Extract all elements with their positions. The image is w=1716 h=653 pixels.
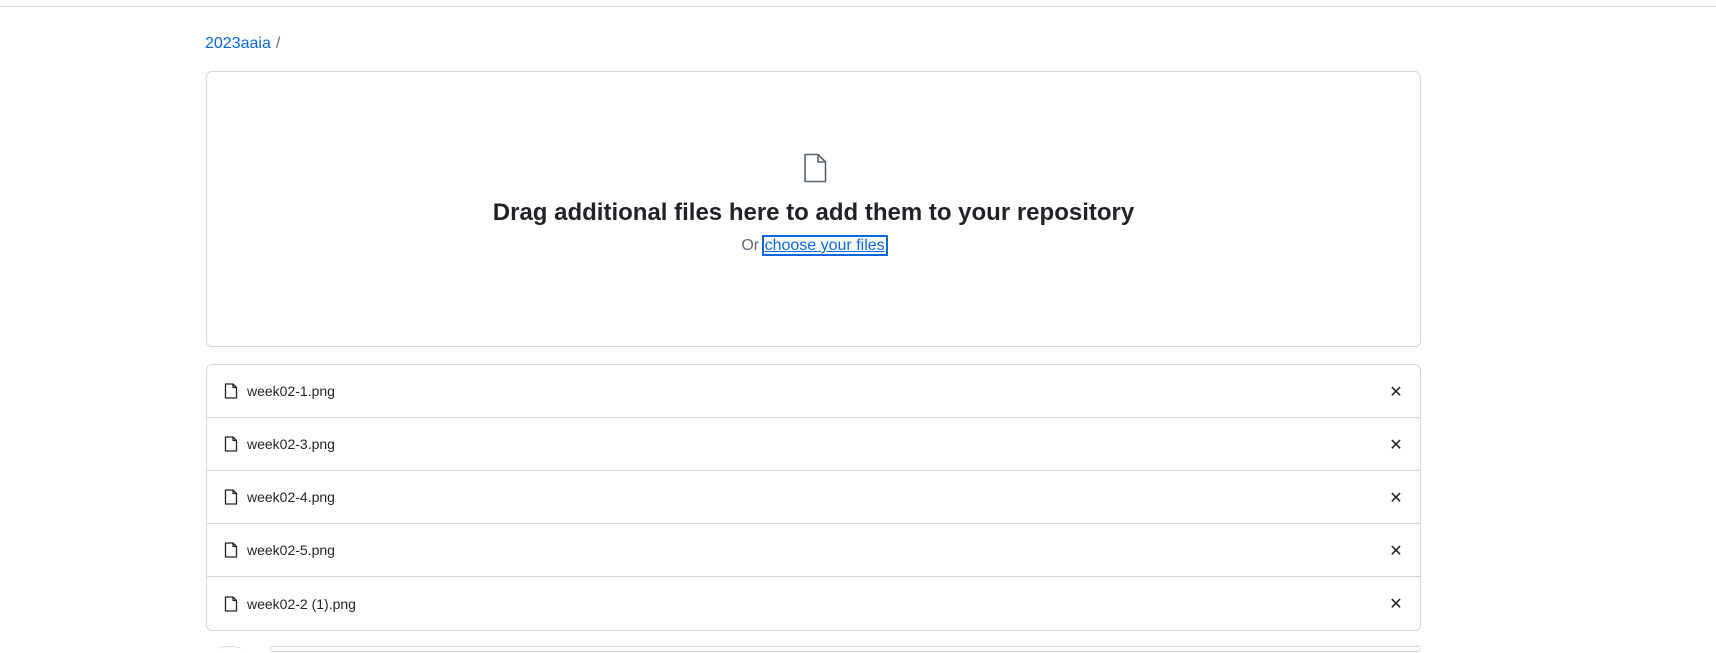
commit-box-edge	[270, 646, 1421, 652]
remove-file-button[interactable]: ✕	[1384, 592, 1408, 616]
file-icon	[804, 153, 827, 183]
file-name: week02-5.png	[247, 542, 335, 558]
close-icon: ✕	[1389, 487, 1403, 507]
dropzone-title: Drag additional files here to add them t…	[492, 199, 1135, 226]
close-icon: ✕	[1389, 540, 1403, 560]
remove-file-button[interactable]: ✕	[1384, 379, 1408, 403]
file-row: week02-5.png ✕	[207, 524, 1420, 577]
close-icon: ✕	[1389, 381, 1403, 401]
top-divider	[0, 0, 1716, 7]
file-name: week02-4.png	[247, 489, 335, 505]
uploaded-file-list: week02-1.png ✕ week02-3.png ✕ week02-4.p…	[206, 364, 1421, 631]
file-icon	[224, 489, 238, 505]
file-row: week02-2 (1).png ✕	[207, 577, 1420, 630]
file-row: week02-1.png ✕	[207, 365, 1420, 418]
avatar	[218, 646, 242, 653]
file-name: week02-2 (1).png	[247, 595, 356, 612]
remove-file-button[interactable]: ✕	[1384, 432, 1408, 456]
choose-files-link[interactable]: choose your files	[761, 235, 888, 256]
file-row: week02-4.png ✕	[207, 471, 1420, 524]
close-icon: ✕	[1389, 434, 1403, 454]
file-icon	[224, 383, 238, 399]
file-name: week02-1.png	[247, 383, 335, 399]
remove-file-button[interactable]: ✕	[1384, 538, 1408, 562]
file-row: week02-3.png ✕	[207, 418, 1420, 471]
file-icon	[224, 542, 238, 558]
file-icon	[224, 436, 238, 452]
remove-file-button[interactable]: ✕	[1384, 485, 1408, 509]
dropzone-subtitle: Or choose your files	[207, 235, 1420, 257]
breadcrumb: 2023aaia /	[205, 33, 280, 55]
close-icon: ✕	[1389, 594, 1403, 613]
file-dropzone[interactable]: Drag additional files here to add them t…	[206, 71, 1421, 347]
breadcrumb-repo-link[interactable]: 2023aaia	[205, 33, 271, 55]
dropzone-or-text: Or	[741, 237, 760, 254]
breadcrumb-separator: /	[275, 35, 281, 52]
file-icon	[224, 595, 238, 612]
file-name: week02-3.png	[247, 436, 335, 452]
